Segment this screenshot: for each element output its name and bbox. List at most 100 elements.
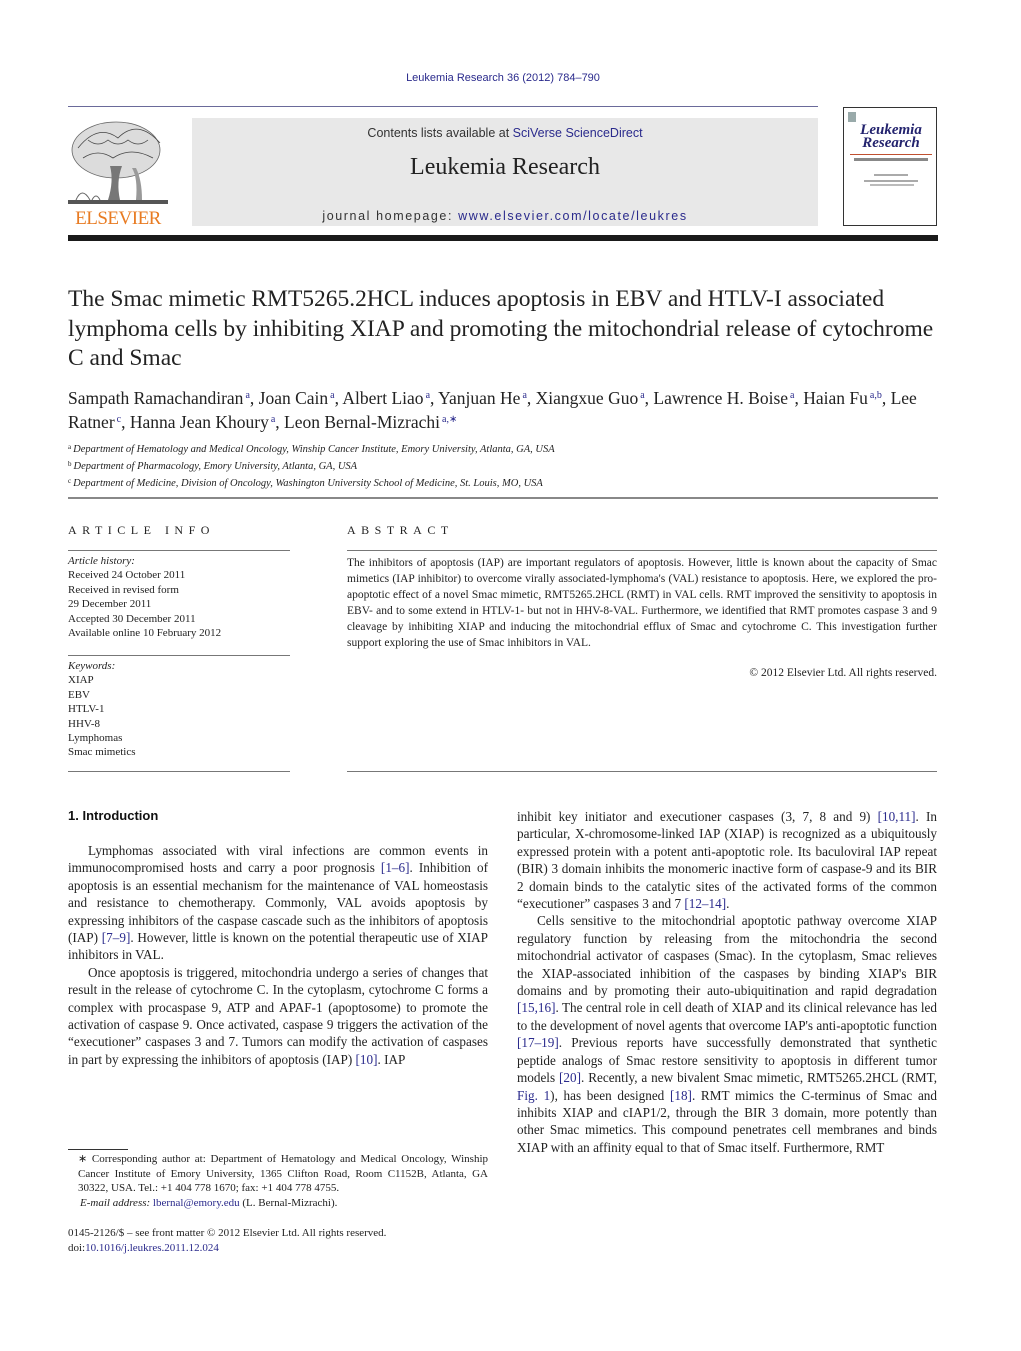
citation-link[interactable]: [1–6] xyxy=(381,860,410,875)
body-paragraph: inhibit key initiator and executioner ca… xyxy=(517,808,937,912)
affiliation-mark: a xyxy=(68,443,72,451)
author-name[interactable]: Yanjuan He xyxy=(438,388,520,408)
author-name[interactable]: Haian Fu xyxy=(803,388,868,408)
author-name[interactable]: Xiangxue Guo xyxy=(536,388,639,408)
text-run: . However, little is known on the potent… xyxy=(68,930,488,963)
separator: , xyxy=(430,388,439,408)
publisher-wordmark: ELSEVIER xyxy=(75,208,161,229)
body-paragraph: Lymphomas associated with viral infectio… xyxy=(68,842,488,964)
section-heading-introduction: 1. Introduction xyxy=(68,808,159,823)
journal-cover-thumbnail[interactable]: Leukemia Research xyxy=(843,107,937,226)
body-column-right: inhibit key initiator and executioner ca… xyxy=(517,808,937,1156)
cover-subtitle-bar xyxy=(854,158,928,161)
text-run: . xyxy=(726,896,730,912)
text-run: ), has been designed xyxy=(550,1087,670,1103)
header-rule xyxy=(68,106,818,107)
text-run: Cells sensitive to the mitochondrial apo… xyxy=(517,913,937,999)
cover-names-bar xyxy=(864,180,918,182)
elsevier-logo[interactable]: ELSEVIER xyxy=(68,118,170,230)
citation-link[interactable]: [7–9] xyxy=(102,930,131,945)
citation-link[interactable]: [10,11] xyxy=(878,809,916,824)
keyword: HTLV-1 xyxy=(68,703,105,716)
text-run: . Recently, a new bivalent Smac mimetic,… xyxy=(581,1070,937,1086)
corresponding-author-note: ∗ Corresponding author at: Department of… xyxy=(78,1153,488,1194)
author-list: Sampath Ramachandiran a, Joan Cain a, Albe… xyxy=(68,385,948,433)
abstract-rule xyxy=(347,771,937,772)
keyword: XIAP xyxy=(68,674,94,687)
affiliation-list: a Department of Hematology and Medical On… xyxy=(68,440,948,491)
citation-link[interactable]: [12–14] xyxy=(684,896,726,911)
contents-line: Contents lists available at SciVerse Sci… xyxy=(367,126,643,140)
author-name[interactable]: Hanna Jean Khoury xyxy=(130,412,269,432)
journal-name: Leukemia Research xyxy=(410,154,600,180)
keyword: Smac mimetics xyxy=(68,746,136,759)
affiliation-text: Department of Hematology and Medical Onc… xyxy=(73,444,555,455)
affiliation-text: Department of Medicine, Division of Onco… xyxy=(73,478,543,489)
cover-editor-bar xyxy=(874,174,908,176)
homepage-line: journal homepage: www.elsevier.com/locat… xyxy=(322,209,688,223)
affiliation-marker[interactable]: a,b xyxy=(870,390,882,401)
body-paragraph: Cells sensitive to the mitochondrial apo… xyxy=(517,912,937,1156)
running-head[interactable]: Leukemia Research 36 (2012) 784–790 xyxy=(0,72,1006,84)
affiliation: b Department of Pharmacology, Emory Unive… xyxy=(68,457,948,474)
email-link[interactable]: lbernal@emory.edu xyxy=(153,1197,240,1209)
separator: , xyxy=(881,388,891,408)
separator: , xyxy=(794,388,804,408)
keyword: EBV xyxy=(68,688,90,701)
text-run: . The central role in cell death of XIAP… xyxy=(517,1000,937,1033)
abstract-rule xyxy=(347,550,937,551)
citation-link[interactable]: Fig. 1 xyxy=(517,1088,550,1103)
body-column-left: Lymphomas associated with viral infectio… xyxy=(68,842,488,1068)
affiliation: c Department of Medicine, Division of Onc… xyxy=(68,474,948,491)
doi-line: doi:10.1016/j.leukres.2011.12.024 xyxy=(68,1241,219,1254)
separator: , xyxy=(249,388,259,408)
info-rule xyxy=(68,550,290,551)
info-rule xyxy=(68,655,290,656)
body-paragraph: Once apoptosis is triggered, mitochondri… xyxy=(68,964,488,1068)
text-run: inhibit key initiator and executioner ca… xyxy=(517,809,878,824)
citation-link[interactable]: [20] xyxy=(559,1070,581,1085)
affiliation-mark: b xyxy=(68,460,72,468)
text-run: . IAP xyxy=(377,1051,406,1067)
cover-names-bar xyxy=(870,184,914,186)
keywords: Keywords: XIAP EBV HTLV-1 HHV-8 Lymphoma… xyxy=(68,659,290,760)
sciencedirect-link[interactable]: SciVerse ScienceDirect xyxy=(513,126,643,140)
author-name[interactable]: Lawrence H. Boise xyxy=(653,388,788,408)
abstract-copyright: © 2012 Elsevier Ltd. All rights reserved… xyxy=(749,667,937,679)
cover-publisher-icon xyxy=(848,112,856,122)
affiliation: a Department of Hematology and Medical On… xyxy=(68,440,948,457)
tree-icon xyxy=(68,121,168,204)
cover-title: Leukemia Research xyxy=(860,122,922,151)
separator: , xyxy=(121,412,130,432)
front-matter: 0145-2126/$ – see front matter © 2012 El… xyxy=(68,1226,488,1255)
text-run: Once apoptosis is triggered, mitochondri… xyxy=(68,964,488,1067)
journal-homepage-link[interactable]: www.elsevier.com/locate/leukres xyxy=(458,209,688,223)
email-line: E-mail address: lbernal@emory.edu (L. Be… xyxy=(80,1196,338,1209)
cover-rule xyxy=(850,154,932,155)
abstract-text: The inhibitors of apoptosis (IAP) are im… xyxy=(347,557,937,649)
section-rule xyxy=(68,497,938,499)
affiliation-marker[interactable]: a,∗ xyxy=(442,414,457,425)
doi-link[interactable]: 10.1016/j.leukres.2011.12.024 xyxy=(85,1242,219,1254)
author-name[interactable]: Sampath Ramachandiran xyxy=(68,388,243,408)
separator: , xyxy=(526,388,536,408)
separator: , xyxy=(275,412,285,432)
footnote-rule xyxy=(68,1149,128,1150)
info-rule xyxy=(68,771,290,772)
citation-link[interactable]: [17–19] xyxy=(517,1035,559,1050)
citation-link[interactable]: [15,16] xyxy=(517,1000,555,1015)
article-info-heading: ARTICLE INFO xyxy=(68,523,215,537)
author-name[interactable]: Leon Bernal-Mizrachi xyxy=(284,412,440,432)
article-history: Article history: Received 24 October 201… xyxy=(68,555,222,640)
affiliation-mark: c xyxy=(68,477,72,485)
abstract-heading: ABSTRACT xyxy=(347,523,454,537)
keyword: HHV-8 xyxy=(68,717,100,730)
header-thick-rule xyxy=(68,235,938,241)
keyword: Lymphomas xyxy=(68,732,123,745)
journal-banner: Contents lists available at SciVerse Sci… xyxy=(192,118,818,226)
footnote: ∗ Corresponding author at: Department of… xyxy=(68,1152,488,1210)
author-name[interactable]: Joan Cain xyxy=(259,388,329,408)
citation-link[interactable]: [10] xyxy=(356,1052,378,1067)
citation-link[interactable]: [18] xyxy=(670,1088,692,1103)
author-name[interactable]: Albert Liao xyxy=(342,388,423,408)
